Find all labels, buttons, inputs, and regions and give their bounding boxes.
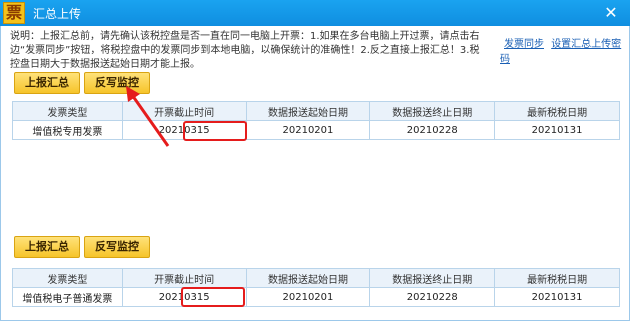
col-report-end: 数据报送终止日期	[369, 101, 496, 121]
col-issue-deadline: 开票截止时间	[121, 268, 247, 288]
header-links: 发票同步 设置汇总上传密码	[500, 35, 630, 65]
col-latest-tax-date: 最新税税日期	[494, 101, 620, 121]
report-summary-button[interactable]: 上报汇总	[14, 236, 80, 258]
col-report-end: 数据报送终止日期	[369, 268, 496, 288]
cell-report-end: 20210228	[369, 287, 496, 307]
col-report-start: 数据报送起始日期	[245, 268, 371, 288]
highlight-box	[181, 287, 245, 307]
app-logo-icon: 票	[3, 2, 25, 24]
highlight-box	[183, 121, 247, 141]
cell-invoice-type: 增值税电子普通发票	[12, 287, 123, 307]
arrow-shaft	[128, 91, 170, 147]
window-title: 汇总上传	[33, 6, 82, 21]
col-invoice-type: 发票类型	[12, 268, 123, 288]
table-header-row: 发票类型 开票截止时间 数据报送起始日期 数据报送终止日期 最新税税日期	[12, 268, 620, 288]
notice-text: 说明：上报汇总前，请先确认该税控盘是否一直在同一电脑上开票：1.如果在多台电脑上…	[10, 31, 480, 70]
arrow-head-icon	[126, 86, 140, 102]
writeback-monitor-button[interactable]: 反写监控	[84, 236, 150, 258]
cell-latest-tax-date: 20210131	[494, 287, 620, 307]
close-icon[interactable]: ✕	[602, 4, 620, 22]
invoice-table-2: 发票类型 开票截止时间 数据报送起始日期 数据报送终止日期 最新税税日期 增值税…	[12, 268, 620, 307]
invoice-table-1: 发票类型 开票截止时间 数据报送起始日期 数据报送终止日期 最新税税日期 增值税…	[12, 101, 620, 140]
col-report-start: 数据报送起始日期	[245, 101, 371, 121]
table-row[interactable]: 增值税专用发票 20210315 20210201 20210228 20210…	[12, 120, 620, 140]
table-row[interactable]: 增值税电子普通发票 20210315 20210201 20210228 202…	[12, 287, 620, 307]
red-arrow-annotation	[126, 86, 170, 147]
col-invoice-type: 发票类型	[12, 101, 123, 121]
cell-report-start: 20210201	[245, 120, 371, 140]
table-header-row: 发票类型 开票截止时间 数据报送起始日期 数据报送终止日期 最新税税日期	[12, 101, 620, 121]
report-summary-button[interactable]: 上报汇总	[14, 72, 80, 94]
col-latest-tax-date: 最新税税日期	[494, 268, 620, 288]
title-bar: 票 汇总上传 ✕	[0, 0, 630, 26]
cell-report-end: 20210228	[369, 120, 496, 140]
cell-invoice-type: 增值税专用发票	[12, 120, 123, 140]
cell-latest-tax-date: 20210131	[494, 120, 620, 140]
invoice-sync-link[interactable]: 发票同步	[504, 39, 544, 50]
cell-report-start: 20210201	[245, 287, 371, 307]
